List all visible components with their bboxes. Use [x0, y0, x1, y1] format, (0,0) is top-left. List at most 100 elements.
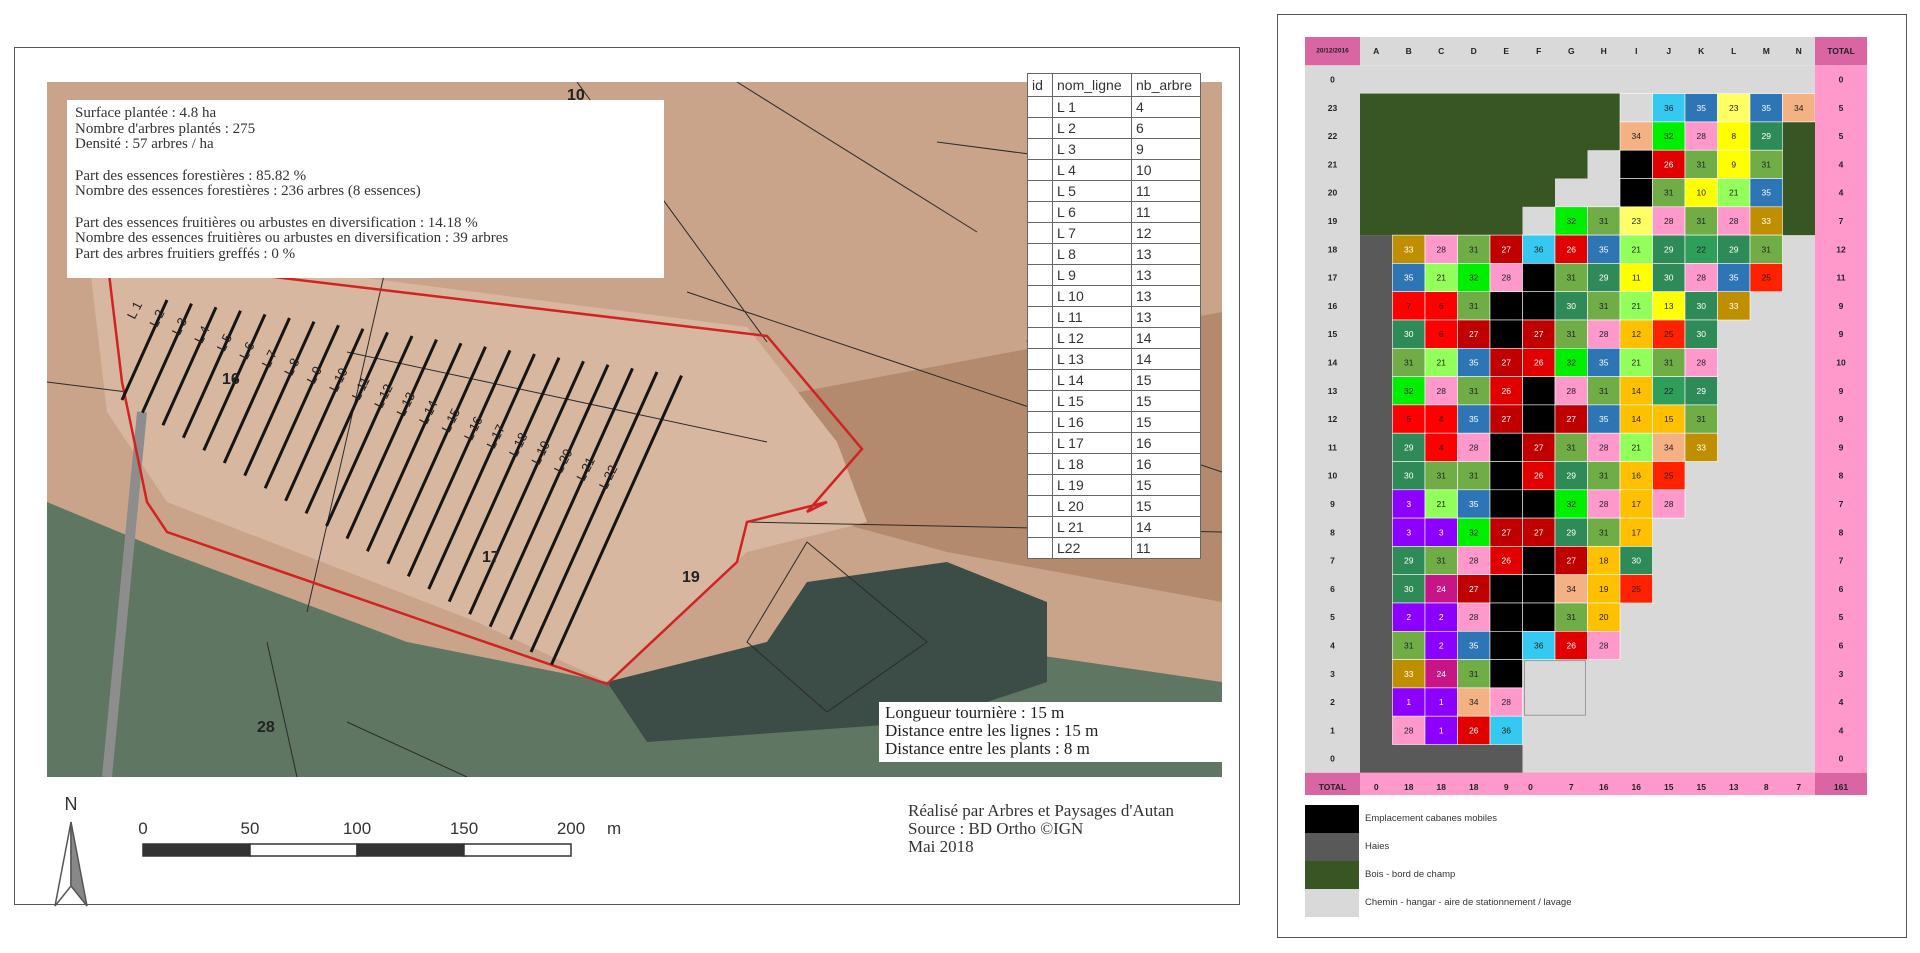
- grid-column-header: L: [1731, 46, 1736, 56]
- grid-cell-value: 19: [1599, 584, 1609, 594]
- table-row: L 6 11: [1027, 201, 1201, 223]
- grid-cell-value: 30: [1697, 329, 1707, 339]
- grid-cell-value: 15: [1664, 414, 1674, 424]
- table-cell-line: L 15: [1052, 390, 1132, 412]
- table-row: L 12 14: [1027, 327, 1201, 349]
- scale-segment: [463, 843, 572, 857]
- grid-cell: [1489, 319, 1523, 349]
- grid-row-label: 16: [1328, 301, 1338, 311]
- grid-cell-value: 28: [1697, 357, 1707, 367]
- grid-cell: [1522, 291, 1556, 321]
- grid-row-label: 15: [1328, 329, 1338, 339]
- grid-cell-value: 26: [1664, 159, 1674, 169]
- grid-row-total: 0: [1839, 754, 1844, 764]
- grid-cell-value: 30: [1404, 471, 1414, 481]
- grid-cell-value: 9: [1731, 159, 1736, 169]
- stat-density: Densité : 57 arbres / ha: [75, 136, 214, 152]
- table-cell-id: [1027, 390, 1053, 412]
- grid-cell-value: 31: [1404, 357, 1414, 367]
- grid-row-total: 9: [1839, 414, 1844, 424]
- table-cell-id: [1027, 285, 1053, 307]
- grid-cell-value: 31: [1469, 386, 1479, 396]
- table-cell-id: [1027, 159, 1053, 181]
- grid-cell-value: 27: [1469, 584, 1479, 594]
- grid-total-row-label: TOTAL: [1319, 782, 1347, 792]
- grid-cell-value: 34: [1567, 584, 1577, 594]
- grid-cell-value: 30: [1567, 301, 1577, 311]
- table-cell-count: 13: [1131, 264, 1201, 286]
- grid-cell-value: 27: [1534, 442, 1544, 452]
- grid-row-total: 6: [1839, 584, 1844, 594]
- grid-cell-value: 7: [1406, 301, 1411, 311]
- grid-column-header: B: [1406, 46, 1412, 56]
- grid-cell: [1489, 291, 1523, 321]
- grid-cell: [1619, 149, 1653, 179]
- table-cell-count: 11: [1131, 180, 1201, 202]
- grid-row-total: 9: [1839, 301, 1844, 311]
- grid-cell: [1489, 574, 1523, 604]
- table-cell-line: L 6: [1052, 201, 1132, 223]
- grid-cell-value: 26: [1502, 556, 1512, 566]
- table-cell-line: L 13: [1052, 348, 1132, 370]
- length-headland: Longueur tournière : 15 m: [885, 703, 1065, 722]
- grid-row-total: 0: [1839, 74, 1844, 84]
- legend-label: Bois - bord de champ: [1365, 869, 1456, 880]
- table-cell-line: L 7: [1052, 222, 1132, 244]
- stat-tree-count: Nombre d'arbres plantés : 275: [75, 120, 256, 137]
- grid-cell-value: 28: [1469, 556, 1479, 566]
- grid-cell: [1489, 659, 1523, 689]
- table-header-id: id: [1027, 73, 1053, 97]
- grid-cell-value: 29: [1697, 386, 1707, 396]
- grid-cell: [1522, 404, 1556, 434]
- length-row-spacing: Distance entre les lignes : 15 m: [885, 721, 1099, 740]
- table-cell-id: [1027, 495, 1053, 517]
- scale-segment: [142, 843, 251, 857]
- grid-cell-value: 29: [1664, 244, 1674, 254]
- grid-cell-value: 34: [1664, 442, 1674, 452]
- grid-cell-value: 31: [1567, 329, 1577, 339]
- grid-cell-value: 35: [1762, 188, 1772, 198]
- table-cell-line: L 19: [1052, 474, 1132, 496]
- legend-item: Haies: [1305, 833, 1625, 861]
- grid-row-total: 5: [1839, 131, 1844, 141]
- table-cell-id: [1027, 306, 1053, 328]
- grid-row-total: 5: [1839, 103, 1844, 113]
- grid-cell-value: 36: [1534, 640, 1544, 650]
- grid-cell-value: 33: [1697, 442, 1707, 452]
- grid-row-total: 10: [1836, 357, 1846, 367]
- grid-column-total: 16: [1632, 782, 1642, 792]
- grid-cell-value: 10: [1697, 188, 1707, 198]
- grid-cell-value: 35: [1599, 357, 1609, 367]
- stat-surface: Surface plantée : 4.8 ha: [75, 105, 217, 121]
- table-row: L 16 15: [1027, 411, 1201, 433]
- grid-cell-value: 36: [1664, 103, 1674, 113]
- table-cell-id: [1027, 348, 1053, 370]
- grid-row-label: 1: [1330, 725, 1335, 735]
- table-cell-count: 15: [1131, 495, 1201, 517]
- grid-row-total: 6: [1839, 640, 1844, 650]
- grid-cell-value: 27: [1502, 244, 1512, 254]
- grid-cell-value: 28: [1729, 216, 1739, 226]
- grid-row-label: 7: [1330, 556, 1335, 566]
- grid-cell-value: 17: [1632, 527, 1642, 537]
- grid-column-total: 16: [1599, 782, 1609, 792]
- table-cell-id: [1027, 117, 1053, 139]
- grid-cell-value: 2: [1439, 612, 1444, 622]
- grid-cell-value: 26: [1502, 386, 1512, 396]
- grid-cell-value: 31: [1664, 357, 1674, 367]
- table-row: L 14: [1027, 96, 1201, 118]
- grid-row-total: 3: [1839, 669, 1844, 679]
- grid-column-header: I: [1635, 46, 1637, 56]
- table-cell-line: L 5: [1052, 180, 1132, 202]
- grid-cell-value: 34: [1632, 131, 1642, 141]
- grid-cell-value: 3: [1439, 527, 1444, 537]
- grid-cell-value: 27: [1534, 527, 1544, 537]
- table-header-row: id nom_ligne nb_arbre: [1027, 73, 1201, 97]
- grid-cell: [1619, 178, 1653, 208]
- grid-row-label: 11: [1328, 442, 1337, 452]
- table-cell-count: 13: [1131, 306, 1201, 328]
- grid-cell-value: 35: [1599, 244, 1609, 254]
- table-cell-count: 14: [1131, 327, 1201, 349]
- table-cell-id: [1027, 138, 1053, 160]
- grid-cell-value: 22: [1664, 386, 1674, 396]
